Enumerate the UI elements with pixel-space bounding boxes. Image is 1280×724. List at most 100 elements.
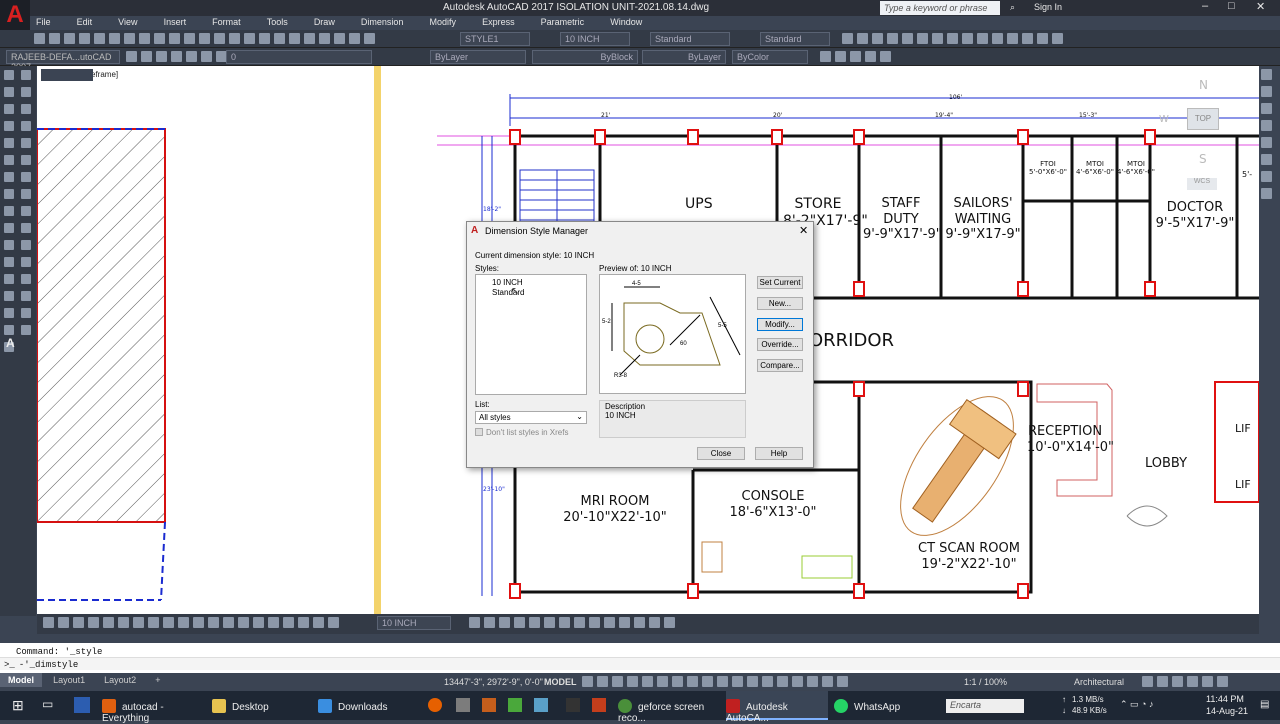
ellipse-icon[interactable] xyxy=(977,33,988,44)
dim-jogged-icon[interactable] xyxy=(118,617,129,628)
text-style-combo[interactable]: STYLE1 xyxy=(460,32,530,46)
customize-icon[interactable] xyxy=(1217,676,1228,687)
list-filter-select[interactable]: All styles ⌄ xyxy=(475,411,587,424)
open-icon[interactable] xyxy=(49,33,60,44)
fillet-tool-icon[interactable] xyxy=(21,291,31,301)
menu-modify[interactable]: Modify xyxy=(429,17,456,27)
menu-file[interactable]: File xyxy=(36,17,51,27)
mleader-style-combo[interactable]: Standard xyxy=(760,32,830,46)
view2-icon[interactable] xyxy=(835,51,846,62)
print-icon[interactable] xyxy=(79,33,90,44)
spline-icon[interactable] xyxy=(962,33,973,44)
layer-state-icon[interactable] xyxy=(141,51,152,62)
revcloud-tool-icon[interactable] xyxy=(4,189,14,199)
gizmo-icon[interactable] xyxy=(807,676,818,687)
cloud-icon[interactable] xyxy=(947,33,958,44)
b-icon-2[interactable] xyxy=(499,617,510,628)
pline-tool-icon[interactable] xyxy=(4,104,14,114)
command-line[interactable]: Command: '_style >_ -'_dimstyle xyxy=(0,643,1280,673)
menu-parametric[interactable]: Parametric xyxy=(541,17,585,27)
publish-icon[interactable] xyxy=(109,33,120,44)
pan-icon[interactable] xyxy=(214,33,225,44)
powerpoint-icon[interactable] xyxy=(592,698,606,712)
task-autocad[interactable]: Autodesk AutoCA... xyxy=(726,691,828,724)
task-whatsapp[interactable]: WhatsApp xyxy=(834,691,926,720)
task-downloads[interactable]: Downloads xyxy=(318,691,416,720)
menu-format[interactable]: Format xyxy=(212,17,241,27)
nav-icon-1[interactable] xyxy=(1261,69,1272,80)
menu-view[interactable]: View xyxy=(118,17,137,27)
rect-tool-icon[interactable] xyxy=(4,138,14,148)
circle-tool-icon[interactable] xyxy=(4,172,14,182)
line-tool-icon[interactable] xyxy=(4,70,14,80)
point-icon[interactable] xyxy=(1007,33,1018,44)
autocad-logo[interactable]: A xyxy=(0,0,30,30)
set-current-button[interactable]: Set Current xyxy=(757,276,803,289)
quick-props-icon[interactable] xyxy=(1142,676,1153,687)
close-button[interactable]: Close xyxy=(697,447,745,460)
app-icon-2[interactable] xyxy=(482,698,496,712)
table-style-combo[interactable]: Standard xyxy=(650,32,730,46)
b-icon-12[interactable] xyxy=(649,617,660,628)
design-center-icon[interactable] xyxy=(289,33,300,44)
undo-icon[interactable] xyxy=(184,33,195,44)
viewcube-north[interactable]: N xyxy=(1199,78,1208,92)
ellipse-tool-icon[interactable] xyxy=(4,223,14,233)
search-icon[interactable]: ⌕ xyxy=(1010,2,1015,13)
join-tool-icon[interactable] xyxy=(21,257,31,267)
arc-icon[interactable] xyxy=(917,33,928,44)
polar-icon[interactable] xyxy=(657,676,668,687)
pline-icon[interactable] xyxy=(872,33,883,44)
new-icon[interactable] xyxy=(34,33,45,44)
dim-style-icon[interactable] xyxy=(469,617,480,628)
isolate-icon[interactable] xyxy=(1172,676,1183,687)
b-icon-5[interactable] xyxy=(544,617,555,628)
view5-icon[interactable] xyxy=(880,51,891,62)
gradient-tool-icon[interactable] xyxy=(4,308,14,318)
view4-icon[interactable] xyxy=(865,51,876,62)
plotstyle-combo[interactable]: ByColor xyxy=(732,50,808,64)
model-space-toggle[interactable]: MODEL xyxy=(544,677,577,687)
polygon-tool-icon[interactable] xyxy=(4,121,14,131)
tool-palette-icon[interactable] xyxy=(304,33,315,44)
app-icon-4[interactable] xyxy=(534,698,548,712)
b-icon-8[interactable] xyxy=(589,617,600,628)
b-icon-10[interactable] xyxy=(619,617,630,628)
explode-tool-icon[interactable] xyxy=(21,308,31,318)
nav-icon-5[interactable] xyxy=(1261,137,1272,148)
spline-tool-icon[interactable] xyxy=(4,206,14,216)
region-tool-icon[interactable] xyxy=(4,325,14,335)
viewcube-top[interactable]: TOP xyxy=(1187,108,1219,130)
ortho-icon[interactable] xyxy=(642,676,653,687)
dim-baseline-icon[interactable] xyxy=(178,617,189,628)
preview-icon[interactable] xyxy=(94,33,105,44)
line-icon[interactable] xyxy=(857,33,868,44)
linetype-combo[interactable]: ByBlock xyxy=(532,50,638,64)
firefox-icon[interactable] xyxy=(428,698,442,712)
viewcube-west[interactable]: W xyxy=(1159,114,1169,126)
markup-icon[interactable] xyxy=(334,33,345,44)
app-icon-3[interactable] xyxy=(508,698,522,712)
viewport-controls[interactable] xyxy=(41,69,93,81)
rotate-tool-icon[interactable] xyxy=(21,155,31,165)
nav-icon-8[interactable] xyxy=(1261,188,1272,199)
block-icon[interactable] xyxy=(992,33,1003,44)
polygon-icon[interactable] xyxy=(887,33,898,44)
lineweight-icon[interactable] xyxy=(717,676,728,687)
b-icon-13[interactable] xyxy=(664,617,675,628)
insert-tool-icon[interactable] xyxy=(4,240,14,250)
b-icon-9[interactable] xyxy=(604,617,615,628)
nav-icon-3[interactable] xyxy=(1261,103,1272,114)
menu-tools[interactable]: Tools xyxy=(267,17,288,27)
autocad-pinned-icon[interactable] xyxy=(74,697,90,713)
workspace-icon[interactable] xyxy=(842,33,853,44)
task-desktop[interactable]: Desktop xyxy=(212,691,310,720)
hatch-tool-icon[interactable] xyxy=(4,291,14,301)
override-style-button[interactable]: Override... xyxy=(757,338,803,351)
stretch-tool-icon[interactable] xyxy=(21,189,31,199)
jog-line-icon[interactable] xyxy=(283,617,294,628)
bottom-dim-style-combo[interactable]: 10 INCH xyxy=(377,616,451,630)
viewcube-south[interactable]: S xyxy=(1199,152,1207,166)
dim-update-icon[interactable] xyxy=(328,617,339,628)
sign-in-link[interactable]: Sign In xyxy=(1034,2,1062,12)
